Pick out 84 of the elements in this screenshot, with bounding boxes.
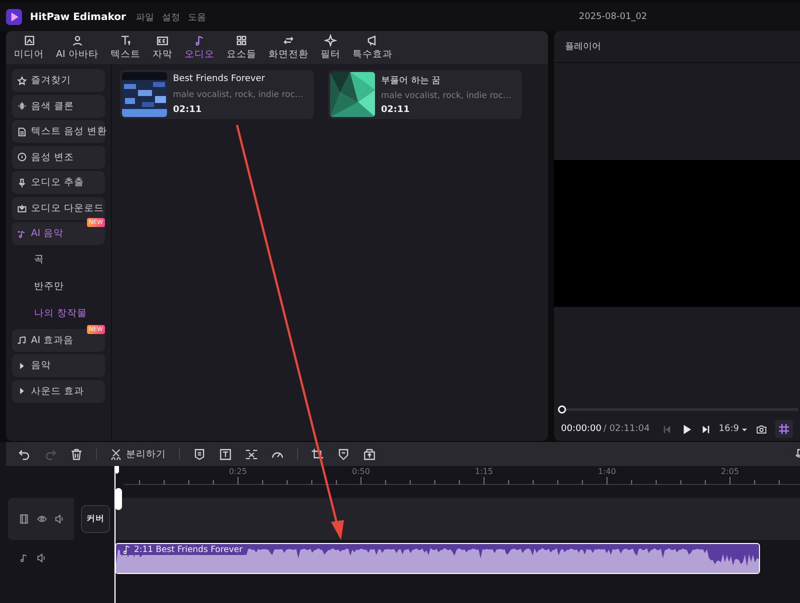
- sidebar-subitem[interactable]: 반주만: [12, 274, 105, 299]
- category-tab[interactable]: 자막: [146, 34, 178, 61]
- playhead-drawing[interactable]: [114, 466, 124, 603]
- document-icon: [17, 126, 27, 136]
- sidebar-item[interactable]: 즐겨찾기: [12, 69, 105, 92]
- scissors-icon: [110, 448, 122, 460]
- song-tags: male vocalist, rock, indie roc...: [381, 91, 512, 101]
- song-duration: 02:11: [381, 105, 411, 115]
- caption-icon: [156, 34, 169, 47]
- ruler-label: 1:40: [598, 467, 616, 476]
- ruler-label: 0:50: [352, 467, 370, 476]
- sparkle-icon: [324, 34, 337, 47]
- music-note-icon: [123, 545, 131, 555]
- sidebar-subitem[interactable]: 곡: [12, 248, 105, 272]
- undo-icon[interactable]: [18, 448, 31, 460]
- arrows-icon: [282, 34, 295, 47]
- cover-button[interactable]: 커버: [81, 505, 110, 533]
- image-icon: [22, 34, 36, 47]
- category-tab[interactable]: AI 아바타: [50, 34, 104, 61]
- export-icon[interactable]: [363, 448, 376, 460]
- music-notes-icon: [17, 335, 27, 345]
- category-tab[interactable]: 화면전환: [262, 34, 314, 61]
- song-duration: 02:11: [173, 105, 203, 115]
- film-icon[interactable]: [19, 514, 29, 524]
- slider-thumb[interactable]: [558, 406, 566, 414]
- category-tab[interactable]: 오디오: [178, 34, 220, 61]
- text-box-icon[interactable]: [219, 448, 232, 460]
- star-icon: [17, 76, 27, 86]
- sidebar-item[interactable]: 오디오 추출: [12, 171, 105, 194]
- music-note-icon[interactable]: [19, 552, 29, 562]
- ruler-label: 2:05: [721, 467, 739, 476]
- project-name: 2025-08-01_02: [578, 12, 648, 22]
- song-title: 부풀어 하는 꿈: [381, 75, 442, 87]
- total-duration: / 02:11:04: [603, 424, 650, 434]
- microphone-icon: [17, 178, 27, 188]
- menu-item[interactable]: 파일: [136, 10, 154, 24]
- category-tab[interactable]: 필터: [314, 34, 346, 61]
- menu-item[interactable]: 도움: [188, 10, 206, 24]
- music-note-icon: [192, 34, 206, 47]
- text-icon: [118, 34, 132, 47]
- category-tab[interactable]: 특수효과: [346, 34, 398, 61]
- sidebar-item[interactable]: 오디오 다운로드: [12, 196, 105, 220]
- sidebar-item[interactable]: 음색 클론: [12, 94, 105, 118]
- split-button[interactable]: 분리하기: [110, 448, 166, 460]
- app-name: HitPaw Edimakor: [30, 12, 126, 22]
- waveform-icon: [17, 101, 27, 111]
- camera-icon[interactable]: [756, 424, 767, 435]
- time-display: 00:00:00: [561, 424, 602, 434]
- menu-item[interactable]: 설정: [162, 10, 180, 24]
- sidebar-item[interactable]: 텍스트 음성 변환: [12, 120, 105, 143]
- download-icon: [17, 203, 27, 213]
- category-tab[interactable]: 텍스트: [104, 34, 146, 61]
- aspect-ratio-dropdown[interactable]: 16:9: [718, 424, 748, 434]
- category-tab[interactable]: 요소들: [220, 34, 262, 61]
- speaker-icon[interactable]: [55, 514, 65, 524]
- song-card[interactable]: 부풀어 하는 꿈 male vocalist, rock, indie roc... 02:11: [328, 70, 522, 119]
- speaker-icon[interactable]: [37, 552, 47, 562]
- song-tags: male vocalist, rock, indie roc...: [173, 90, 304, 100]
- sidebar-item[interactable]: 음악: [12, 354, 105, 377]
- person-icon: [70, 34, 84, 47]
- playback-slider[interactable]: [558, 405, 798, 414]
- cut-icon[interactable]: [245, 448, 258, 460]
- app-logo: [6, 9, 22, 25]
- delete-icon[interactable]: [70, 448, 83, 460]
- sidebar-item[interactable]: 사운드 효과: [12, 380, 105, 402]
- grid-icon: [778, 423, 790, 436]
- panel-title: 플레이어: [565, 41, 601, 54]
- clip-label: 2:11 Best Friends Forever: [120, 545, 246, 555]
- ruler-label: 1:15: [475, 467, 493, 476]
- song-card[interactable]: Best Friends Forever male vocalist, rock, indie roc... 02:11: [120, 70, 314, 119]
- ruler-label: 0:25: [229, 467, 247, 476]
- category-tab[interactable]: 미디어: [8, 34, 50, 61]
- shapes-icon: [234, 34, 248, 47]
- shield-icon[interactable]: [337, 448, 350, 460]
- audio-clip[interactable]: 2:11 Best Friends Forever: [115, 543, 760, 574]
- caret-icon: [740, 426, 748, 433]
- song-title: Best Friends Forever: [173, 74, 266, 84]
- crop-icon[interactable]: [311, 448, 324, 460]
- sidebar-subitem[interactable]: 나의 창작물: [12, 302, 105, 326]
- eye-icon[interactable]: [37, 514, 47, 524]
- sidebar-item[interactable]: 음성 변조: [12, 146, 105, 168]
- marker-icon[interactable]: [193, 448, 206, 460]
- grid-button[interactable]: [774, 420, 793, 438]
- music-note-icon: [17, 228, 27, 238]
